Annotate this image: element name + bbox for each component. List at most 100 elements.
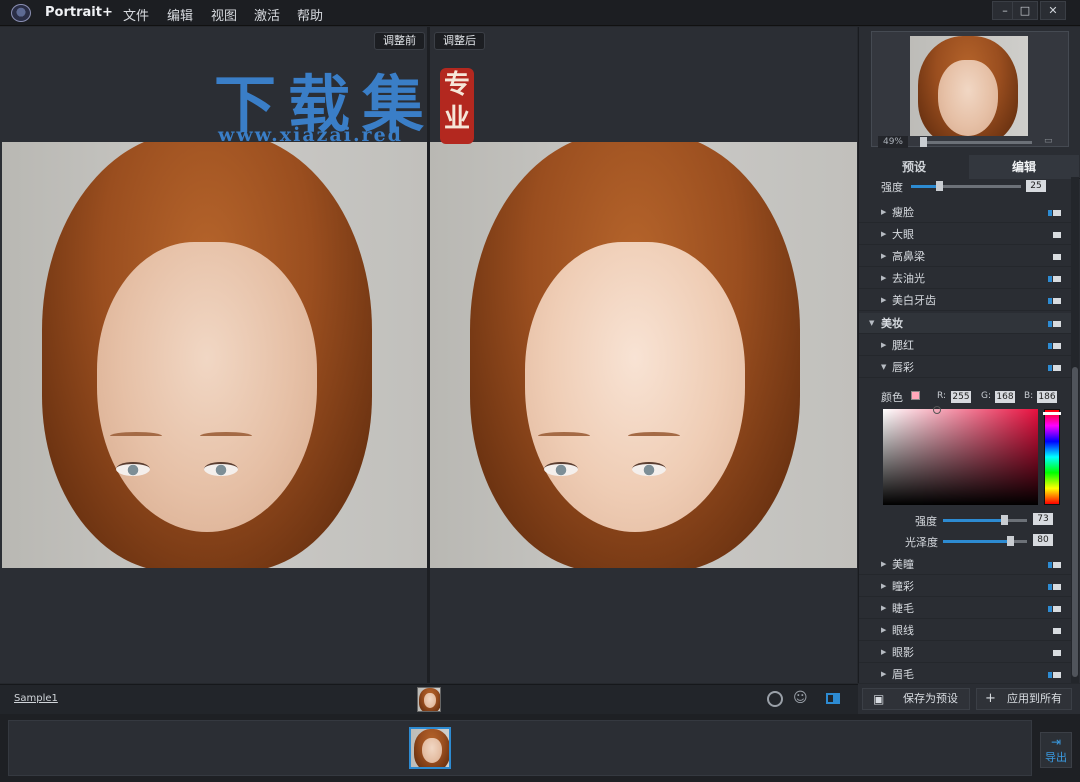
item-lip[interactable]: ▼ 唇彩: [859, 357, 1071, 378]
g-value[interactable]: 168: [995, 391, 1015, 403]
gloss-knob[interactable]: [1007, 536, 1015, 546]
adjust-item[interactable]: ▶ 瘦脸: [859, 202, 1071, 223]
makeup-toggle[interactable]: [1048, 321, 1061, 327]
watermark-url: www.xiazai.red: [218, 124, 403, 146]
section-makeup-label: 美妆: [881, 317, 903, 330]
navigator[interactable]: 49% ▭: [871, 31, 1069, 148]
item-label: 高鼻梁: [892, 250, 925, 263]
item-toggle[interactable]: [1048, 672, 1061, 678]
gloss-value[interactable]: 80: [1033, 534, 1053, 546]
before-label-button[interactable]: 调整前: [374, 32, 425, 50]
lip-strength-label: 强度: [915, 515, 937, 528]
navigator-thumbnail[interactable]: [910, 36, 1028, 136]
menu-file[interactable]: 文件: [123, 5, 149, 24]
eye-item[interactable]: ▶ 眉毛: [859, 664, 1071, 685]
zoom-slider-knob[interactable]: [920, 137, 927, 147]
item-blush[interactable]: ▶ 腮红: [859, 335, 1071, 356]
item-toggle[interactable]: [1053, 628, 1061, 634]
close-icon[interactable]: ✕: [1040, 1, 1066, 20]
adjust-item[interactable]: ▶ 大眼: [859, 224, 1071, 245]
current-thumbnail[interactable]: [417, 687, 441, 712]
sample-label[interactable]: Sample1: [14, 693, 58, 704]
adjust-item[interactable]: ▶ 去油光: [859, 268, 1071, 289]
menu-edit[interactable]: 编辑: [167, 5, 193, 24]
filmstrip: [0, 714, 1080, 782]
hue-slider[interactable]: [1043, 409, 1061, 505]
eye-item[interactable]: ▶ 睫毛: [859, 598, 1071, 619]
item-toggle[interactable]: [1048, 276, 1061, 282]
apply-all-button[interactable]: + 应用到所有: [976, 688, 1072, 710]
app-name: Portrait+: [45, 5, 113, 20]
item-label: 睫毛: [892, 602, 914, 615]
blush-toggle[interactable]: [1048, 343, 1061, 349]
filmstrip-photo[interactable]: [409, 727, 451, 769]
menu-view[interactable]: 视图: [211, 5, 237, 24]
item-toggle[interactable]: [1053, 254, 1061, 260]
menu-help[interactable]: 帮助: [297, 5, 323, 24]
expand-arrow-icon: ▼: [869, 319, 875, 327]
lip-strength-slider[interactable]: [943, 515, 1027, 525]
tab-edit[interactable]: 编辑: [969, 155, 1079, 179]
maximize-icon[interactable]: □: [1012, 1, 1038, 20]
smile-icon[interactable]: ☺: [793, 690, 808, 706]
item-toggle[interactable]: [1048, 210, 1061, 216]
plus-icon: +: [985, 691, 996, 706]
strength-slider-knob[interactable]: [935, 181, 943, 191]
lip-strength-value[interactable]: 73: [1033, 513, 1053, 525]
item-label: 瞳彩: [892, 580, 914, 593]
eye-item[interactable]: ▶ 眼影: [859, 642, 1071, 663]
b-value[interactable]: 186: [1037, 391, 1057, 403]
strength-slider[interactable]: [911, 181, 1021, 191]
collapse-arrow-icon: ▶: [881, 582, 887, 590]
item-toggle[interactable]: [1048, 584, 1061, 590]
item-label: 美瞳: [892, 558, 914, 571]
gloss-fill: [943, 540, 1011, 543]
hue-slider-marker[interactable]: [1043, 412, 1061, 415]
panel-scroll-thumb[interactable]: [1072, 367, 1078, 677]
item-label: 眉毛: [892, 668, 914, 681]
zoom-slider[interactable]: [920, 137, 1032, 147]
compare-view-icon[interactable]: [826, 693, 840, 704]
strength-value[interactable]: 25: [1026, 180, 1046, 192]
lip-strength-knob[interactable]: [1001, 515, 1009, 525]
collapse-arrow-icon: ▶: [881, 648, 887, 656]
item-toggle[interactable]: [1048, 606, 1061, 612]
eye-item[interactable]: ▶ 美瞳: [859, 554, 1071, 575]
item-label: 大眼: [892, 228, 914, 241]
save-preset-button[interactable]: ▣ 保存为预设: [862, 688, 970, 710]
item-toggle[interactable]: [1048, 298, 1061, 304]
item-toggle[interactable]: [1048, 562, 1061, 568]
filmstrip-tray[interactable]: [8, 720, 1032, 776]
tab-preset[interactable]: 预设: [859, 155, 969, 179]
menu-activate[interactable]: 激活: [254, 5, 280, 24]
adjust-item[interactable]: ▶ 美白牙齿: [859, 290, 1071, 311]
app-logo-icon: [11, 4, 31, 22]
item-label: 去油光: [892, 272, 925, 285]
lip-toggle[interactable]: [1048, 365, 1061, 371]
eye-item[interactable]: ▶ 瞳彩: [859, 576, 1071, 597]
item-label: 瘦脸: [892, 206, 914, 219]
color-swatch[interactable]: [911, 391, 920, 400]
color-picker-cursor[interactable]: [933, 406, 941, 414]
r-value[interactable]: 255: [951, 391, 971, 403]
collapse-arrow-icon: ▶: [881, 296, 887, 304]
after-label-button[interactable]: 调整后: [434, 32, 485, 50]
fit-icon[interactable]: ▭: [1044, 136, 1053, 146]
item-label: 美白牙齿: [892, 294, 936, 307]
panel-scrollbar[interactable]: [1071, 177, 1079, 683]
g-label: G:: [981, 391, 992, 401]
eye-item[interactable]: ▶ 眼线: [859, 620, 1071, 641]
item-label: 眼线: [892, 624, 914, 637]
export-button[interactable]: ⇥ 导出: [1040, 732, 1072, 768]
adjustment-panel: 49% ▭ 预设 编辑 强度 25 ▶ 瘦脸 ▶ 大眼 ▶ 高鼻梁 ▶ 去油光 ▶ 美白牙齿 ▼ …: [858, 27, 1080, 685]
adjust-item[interactable]: ▶ 高鼻梁: [859, 246, 1071, 267]
save-icon: ▣: [873, 692, 885, 706]
collapse-arrow-icon: ▶: [881, 230, 887, 238]
gloss-slider[interactable]: [943, 536, 1027, 546]
item-toggle[interactable]: [1053, 650, 1061, 656]
section-makeup[interactable]: ▼ 美妆: [859, 313, 1071, 334]
face-detect-icon[interactable]: [767, 691, 783, 707]
item-toggle[interactable]: [1053, 232, 1061, 238]
zoom-level: 49%: [878, 136, 908, 148]
color-picker-field[interactable]: [883, 406, 1038, 505]
